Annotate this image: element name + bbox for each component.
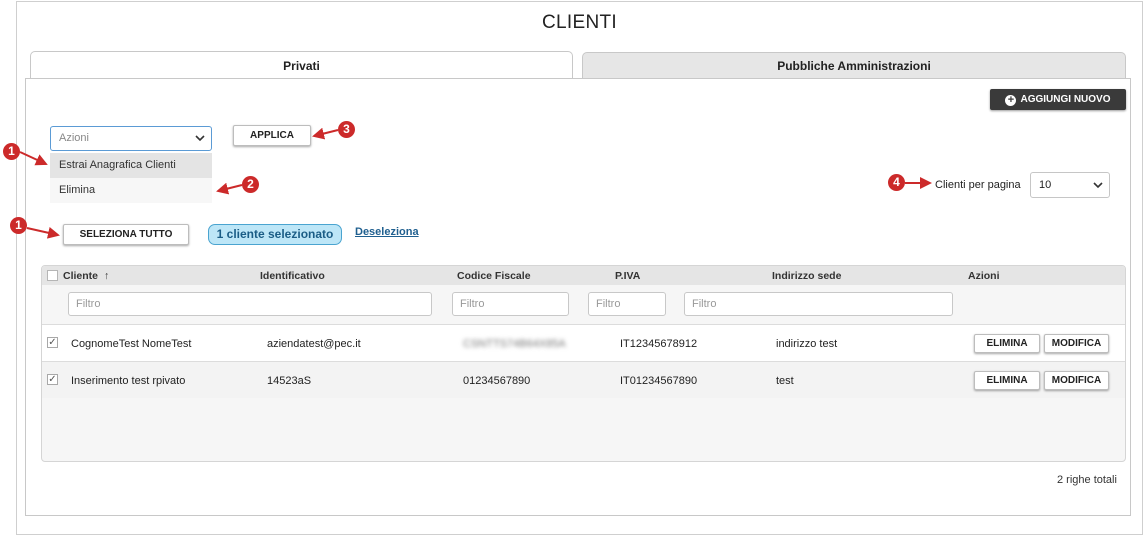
edit-row-button[interactable]: MODIFICA xyxy=(1044,371,1109,390)
column-header-identificativo[interactable]: Identificativo xyxy=(260,270,325,282)
filter-cliente[interactable]: Filtro xyxy=(68,292,432,316)
header-bar xyxy=(42,266,1125,285)
cell-piva: IT12345678912 xyxy=(620,338,698,350)
arrow-up-icon: ↑ xyxy=(103,270,110,282)
delete-row-button[interactable]: ELIMINA xyxy=(974,334,1040,353)
tab-privati[interactable]: Privati xyxy=(30,51,573,79)
chevron-down-icon xyxy=(195,135,205,142)
marker-2: 2 xyxy=(242,176,259,193)
plus-circle-icon: + xyxy=(1005,95,1017,106)
cell-identificativo: aziendatest@pec.it xyxy=(267,338,361,350)
column-header-codice-fiscale[interactable]: Codice Fiscale xyxy=(457,270,531,282)
row-checkbox[interactable]: ✓ xyxy=(47,337,58,348)
chevron-down-icon xyxy=(1093,182,1103,189)
filter-indirizzo[interactable]: Filtro xyxy=(684,292,953,316)
cell-piva: IT01234567890 xyxy=(620,375,698,387)
total-rows-label: 2 righe totali xyxy=(1057,474,1117,486)
edit-row-button[interactable]: MODIFICA xyxy=(1044,334,1109,353)
per-page-value: 10 xyxy=(1039,179,1052,191)
column-header-piva[interactable]: P.IVA xyxy=(615,270,640,282)
per-page-label: Clienti per pagina xyxy=(935,179,1021,191)
apply-button[interactable]: APPLICA xyxy=(233,125,311,146)
delete-row-button[interactable]: ELIMINA xyxy=(974,371,1040,390)
select-all-checkbox[interactable] xyxy=(47,270,58,281)
table-row[interactable]: ✓ CognomeTest NomeTest aziendatest@pec.i… xyxy=(42,324,1125,361)
marker-1b: 1 xyxy=(10,217,27,234)
deselect-link[interactable]: Deseleziona xyxy=(355,226,419,238)
option-estrai-anagrafica[interactable]: Estrai Anagrafica Clienti xyxy=(50,153,212,178)
cell-cliente: CognomeTest NomeTest xyxy=(71,338,192,350)
option-elimina[interactable]: Elimina xyxy=(50,178,212,203)
cell-identificativo: 14523aS xyxy=(267,375,312,387)
add-new-label: AGGIUNGI NUOVO xyxy=(1020,94,1111,105)
cell-codice-fiscale: CSNTTS74B64X85A xyxy=(463,338,566,350)
marker-3: 3 xyxy=(338,121,355,138)
add-new-button[interactable]: + AGGIUNGI NUOVO xyxy=(990,89,1126,110)
clients-table: Cliente ↑ Identificativo Codice Fiscale … xyxy=(41,265,1126,462)
table-row[interactable]: ✓ Inserimento test rpivato 14523aS 01234… xyxy=(42,361,1125,398)
column-header-cliente[interactable]: Cliente ↑ xyxy=(63,270,109,282)
cell-codice-fiscale: 01234567890 xyxy=(463,375,531,387)
marker-1: 1 xyxy=(3,143,20,160)
selected-count-badge: 1 cliente selezionato xyxy=(208,224,342,245)
column-header-indirizzo[interactable]: Indirizzo sede xyxy=(772,270,841,282)
tab-pubbliche-amministrazioni[interactable]: Pubbliche Amministrazioni xyxy=(582,52,1126,78)
column-header-azioni: Azioni xyxy=(968,270,1000,282)
actions-select[interactable]: Azioni xyxy=(50,126,212,151)
filter-piva[interactable]: Filtro xyxy=(588,292,666,316)
select-all-button[interactable]: SELEZIONA TUTTO xyxy=(63,224,189,245)
row-checkbox[interactable]: ✓ xyxy=(47,374,58,385)
cell-indirizzo: indirizzo test xyxy=(776,338,838,350)
column-label: Cliente xyxy=(63,270,99,282)
table-header: Cliente ↑ Identificativo Codice Fiscale … xyxy=(42,266,1125,324)
marker-4: 4 xyxy=(888,174,905,191)
filter-codice-fiscale[interactable]: Filtro xyxy=(452,292,569,316)
cell-indirizzo: test xyxy=(776,375,794,387)
actions-dropdown: Estrai Anagrafica Clienti Elimina xyxy=(50,153,212,203)
cell-cliente: Inserimento test rpivato xyxy=(71,375,186,387)
per-page-select[interactable]: 10 xyxy=(1030,172,1110,198)
page-title: CLIENTI xyxy=(542,12,617,33)
actions-select-value: Azioni xyxy=(59,132,89,144)
